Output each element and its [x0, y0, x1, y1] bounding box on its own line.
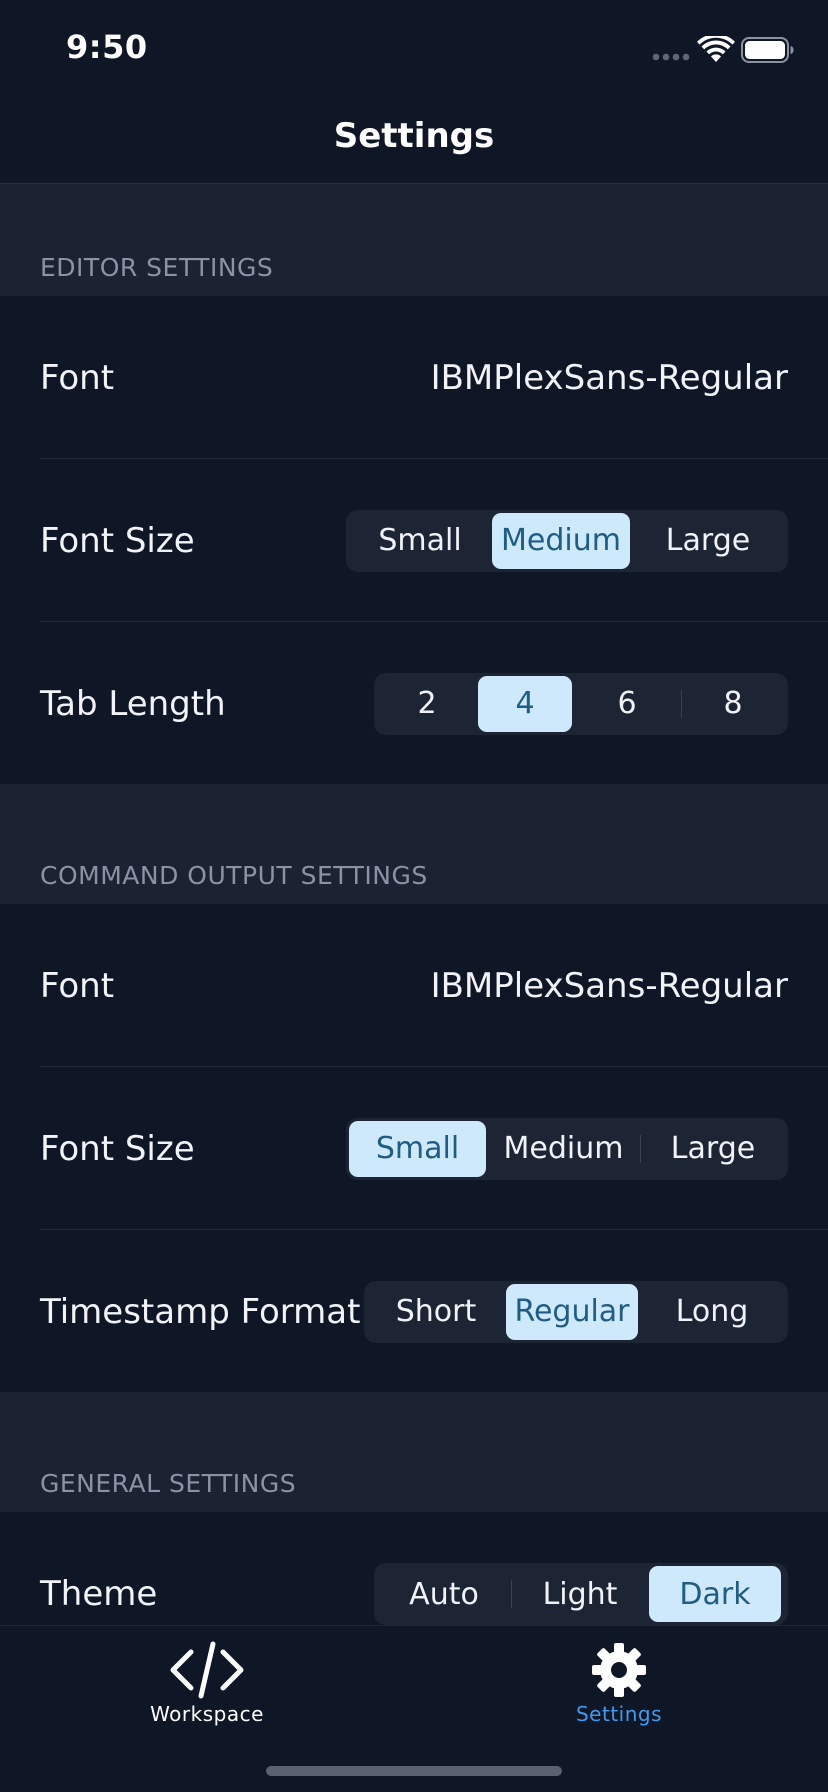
section-header-general-settings: GENERAL SETTINGS: [0, 1392, 828, 1512]
segment-large[interactable]: Large: [631, 513, 785, 569]
segment-4[interactable]: 4: [478, 675, 572, 732]
segment-light[interactable]: Light: [512, 1566, 648, 1622]
navigation-bar: Settings: [0, 92, 828, 184]
command-output-settings-group: Font IBMPlexSans-Regular Font Size Small…: [0, 904, 828, 1392]
section-header-editor-settings: EDITOR SETTINGS: [0, 184, 828, 296]
timestamp-format-label: Timestamp Format: [40, 1291, 361, 1332]
editor-font-size-segmented-control[interactable]: Small Medium Large: [346, 509, 788, 572]
output-font-value: IBMPlexSans-Regular: [430, 965, 788, 1006]
status-bar: 9:50: [0, 0, 828, 92]
output-font-label: Font: [40, 965, 115, 1006]
section-header-label: COMMAND OUTPUT SETTINGS: [40, 861, 428, 890]
tab-length-segmented-control[interactable]: 2 4 6 8: [374, 672, 788, 735]
segment-small[interactable]: Small: [349, 513, 491, 569]
cellular-signal-icon: [652, 53, 690, 61]
page-title: Settings: [333, 116, 495, 156]
timestamp-format-segmented-control[interactable]: Short Regular Long: [364, 1280, 788, 1343]
output-font-size-cell: Font Size Small Medium Large: [0, 1067, 828, 1230]
segment-medium[interactable]: Medium: [492, 512, 630, 569]
editor-settings-group: Font IBMPlexSans-Regular Font Size Small…: [0, 296, 828, 784]
editor-font-cell[interactable]: Font IBMPlexSans-Regular: [0, 296, 828, 459]
section-header-command-output-settings: COMMAND OUTPUT SETTINGS: [0, 784, 828, 904]
output-font-size-label: Font Size: [40, 1128, 195, 1169]
editor-font-label: Font: [40, 357, 115, 398]
theme-segmented-control[interactable]: Auto Light Dark: [374, 1563, 788, 1625]
tab-label: Settings: [575, 1702, 663, 1726]
tab-workspace[interactable]: Workspace: [107, 1640, 307, 1726]
output-font-size-segmented-control[interactable]: Small Medium Large: [346, 1117, 788, 1180]
section-header-label: EDITOR SETTINGS: [40, 253, 274, 282]
segment-2[interactable]: 2: [377, 676, 477, 732]
editor-tab-length-label: Tab Length: [40, 683, 226, 724]
code-brackets-icon: [170, 1641, 244, 1699]
editor-font-size-label: Font Size: [40, 520, 195, 561]
segment-8[interactable]: 8: [682, 676, 784, 732]
segment-small[interactable]: Small: [349, 1120, 486, 1177]
editor-font-size-cell: Font Size Small Medium Large: [0, 459, 828, 622]
timestamp-format-cell: Timestamp Format Short Regular Long: [0, 1230, 828, 1393]
gear-icon: [592, 1643, 646, 1697]
segment-6[interactable]: 6: [573, 676, 681, 732]
home-indicator[interactable]: [266, 1766, 562, 1776]
editor-tab-length-cell: Tab Length 2 4 6 8: [0, 622, 828, 785]
theme-label: Theme: [40, 1574, 158, 1614]
segment-regular[interactable]: Regular: [506, 1283, 638, 1340]
tab-label: Workspace: [150, 1702, 264, 1726]
theme-cell: Theme Auto Light Dark: [0, 1512, 828, 1625]
section-header-label: GENERAL SETTINGS: [40, 1469, 297, 1498]
segment-large[interactable]: Large: [641, 1121, 785, 1177]
general-settings-group: Theme Auto Light Dark: [0, 1512, 828, 1625]
segment-dark[interactable]: Dark: [649, 1566, 781, 1622]
battery-icon: [741, 37, 794, 63]
tab-settings[interactable]: Settings: [519, 1640, 719, 1726]
segment-medium[interactable]: Medium: [487, 1121, 640, 1177]
status-time: 9:50: [66, 28, 148, 66]
wifi-icon: [697, 36, 735, 62]
segment-long[interactable]: Long: [639, 1284, 785, 1340]
segment-short[interactable]: Short: [367, 1284, 505, 1340]
editor-font-value: IBMPlexSans-Regular: [430, 357, 788, 398]
segment-auto[interactable]: Auto: [377, 1566, 511, 1622]
output-font-cell[interactable]: Font IBMPlexSans-Regular: [0, 904, 828, 1067]
